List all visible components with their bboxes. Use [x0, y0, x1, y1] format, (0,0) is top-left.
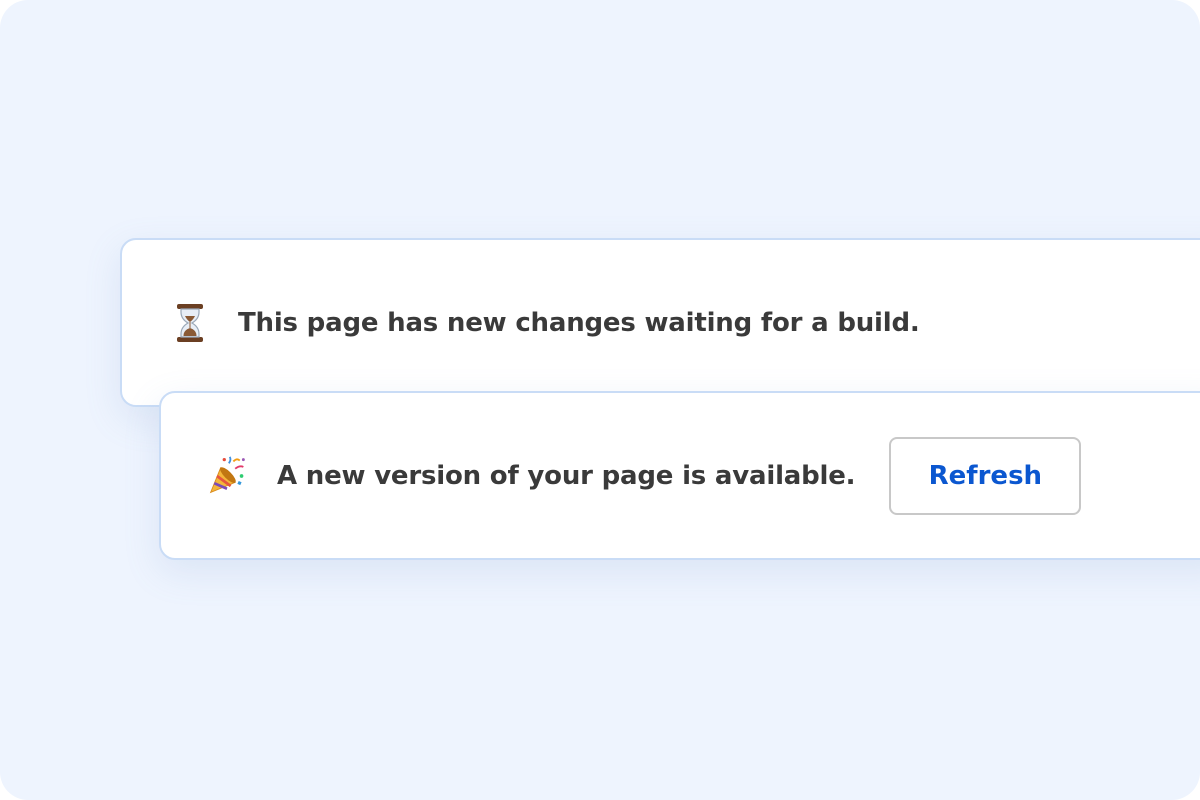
notification-stage: This page has new changes waiting for a …	[0, 0, 1200, 800]
build-pending-message: This page has new changes waiting for a …	[238, 307, 920, 338]
refresh-button[interactable]: Refresh	[889, 436, 1082, 515]
party-popper-icon	[207, 455, 247, 496]
build-pending-notification: This page has new changes waiting for a …	[120, 238, 1200, 407]
hourglass-icon	[170, 303, 210, 343]
new-version-message: A new version of your page is available.	[277, 460, 856, 491]
new-version-notification: A new version of your page is available.…	[159, 391, 1200, 560]
